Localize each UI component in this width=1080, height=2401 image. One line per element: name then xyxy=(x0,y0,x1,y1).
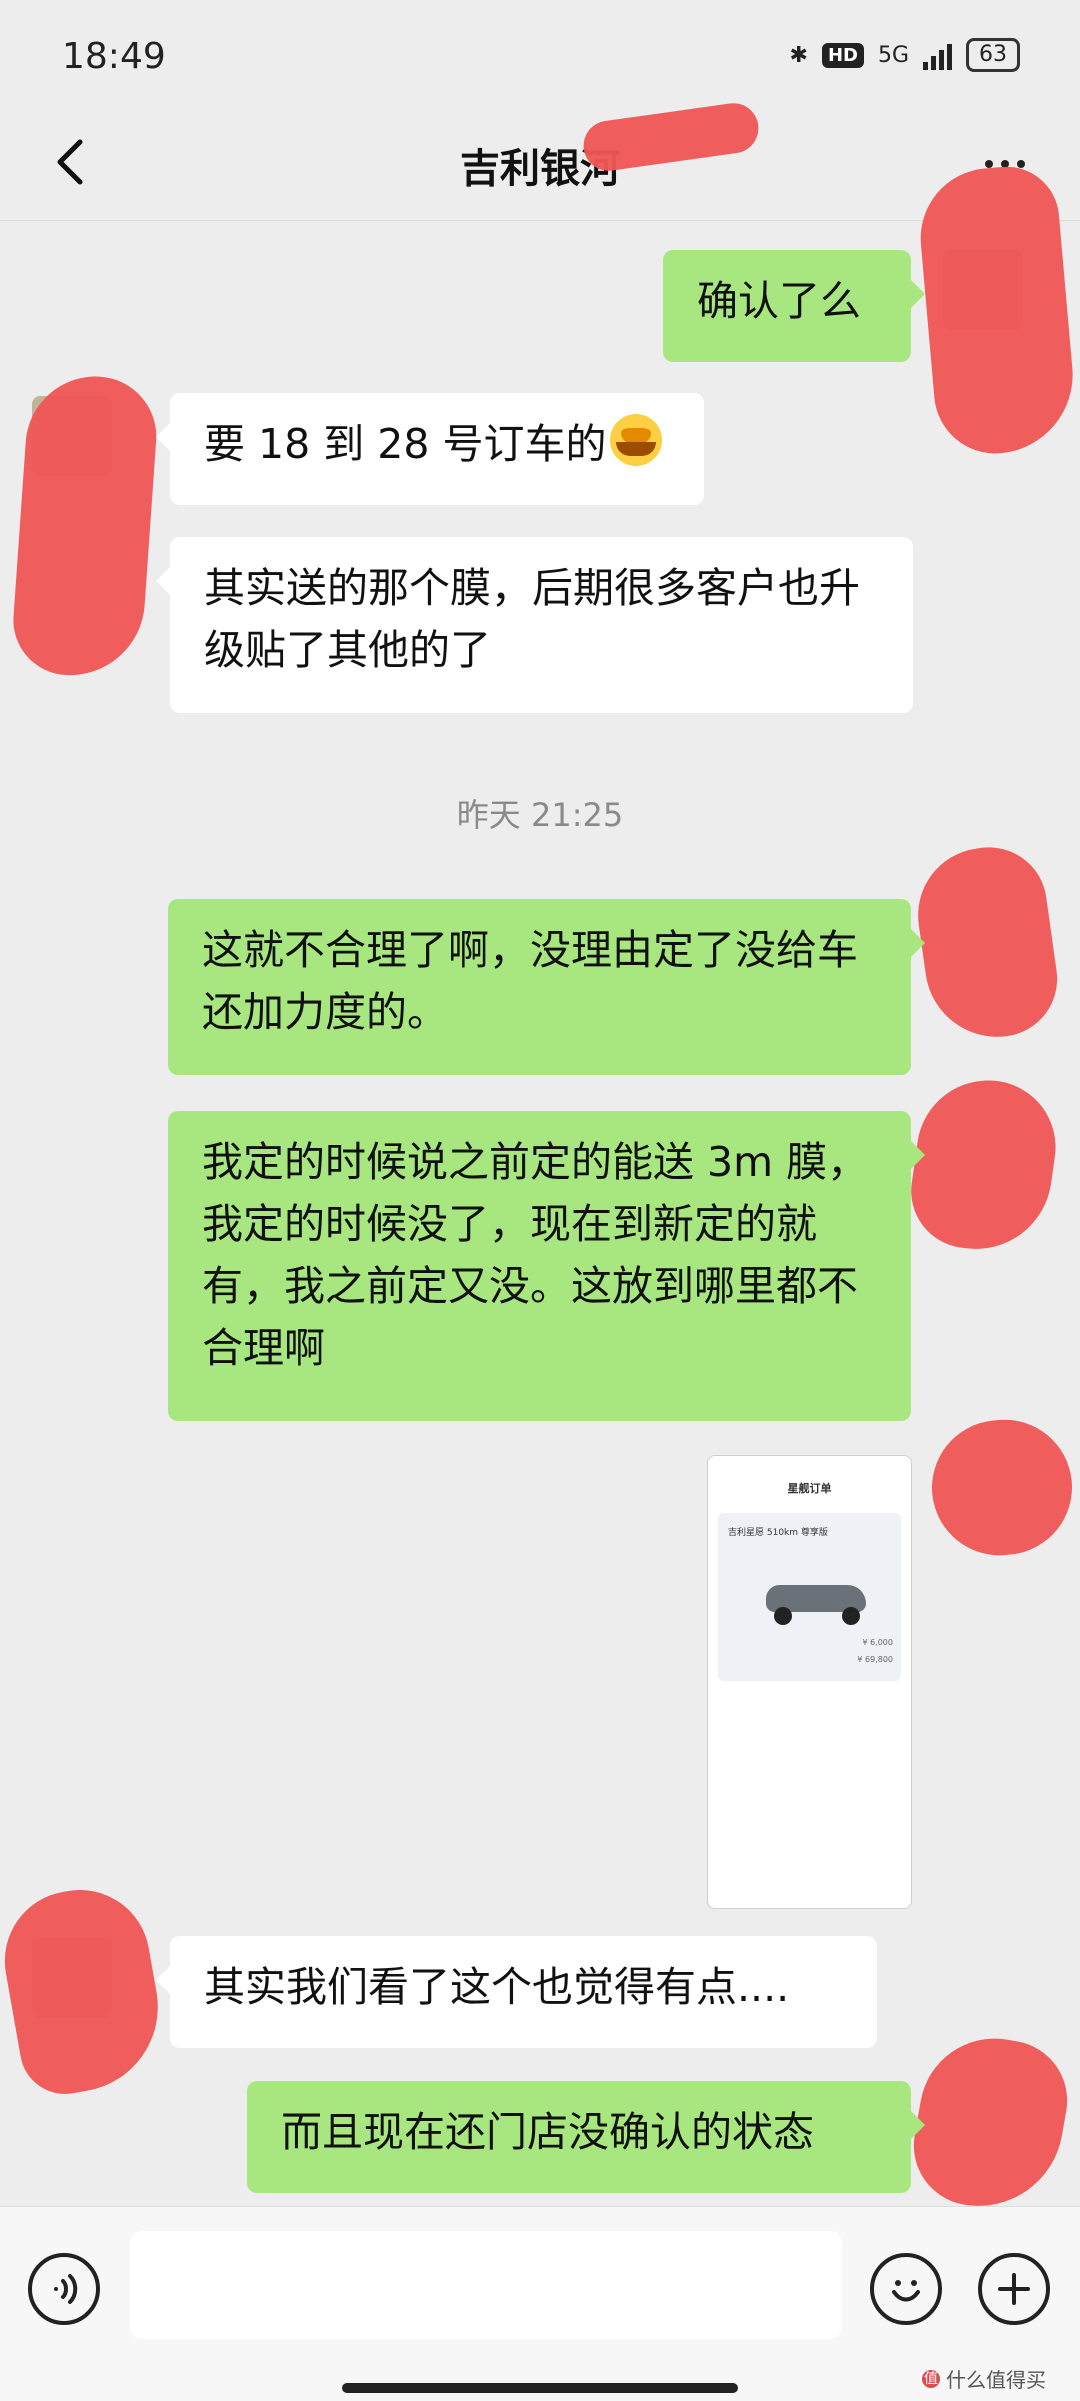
more-dot-icon xyxy=(1017,160,1025,168)
watermark-text: 什么值得买 xyxy=(946,2368,1046,2392)
message-text: 其实我们看了这个也觉得有点.... xyxy=(204,1963,790,2011)
message-bubble-incoming: 要 18 到 28 号订车的 xyxy=(156,393,704,505)
clock: 18:49 xyxy=(62,36,166,77)
car-image xyxy=(756,1573,876,1625)
redaction-scribble xyxy=(903,1071,1065,1259)
message-text: 确认了么 xyxy=(697,277,861,325)
crying-laughing-emoji-icon xyxy=(610,414,663,466)
thumbnail-price: ¥ 6,000 xyxy=(862,1638,893,1647)
watermark-logo-icon: 值 xyxy=(922,2369,940,2388)
message-text: 而且现在还门店没确认的状态 xyxy=(281,2108,814,2156)
redaction-scribble xyxy=(909,839,1065,1047)
redaction-scribble xyxy=(914,162,1080,459)
chat-header: 吉利银河 xyxy=(0,110,1080,221)
status-icons: ✱ HD 5G 63 xyxy=(789,38,1020,72)
signal-strength-icon xyxy=(923,40,952,70)
battery-icon: 63 xyxy=(966,38,1020,72)
chat-title: 吉利银河 xyxy=(460,146,620,192)
thumbnail-header: 星舰订单 xyxy=(708,1456,911,1510)
home-indicator xyxy=(342,2383,738,2393)
message-text: 其实送的那个膜，后期很多客户也升级贴了其他的了 xyxy=(204,564,860,674)
message-bubble-outgoing: 而且现在还门店没确认的状态 xyxy=(247,2081,925,2193)
watermark: 值 什么值得买 xyxy=(922,2364,1046,2393)
hd-badge: HD xyxy=(821,42,864,68)
message-bubble-incoming: 其实我们看了这个也觉得有点.... xyxy=(156,1936,877,2048)
redaction-scribble xyxy=(904,2026,1077,2220)
message-bubble-incoming: 其实送的那个膜，后期很多客户也升级贴了其他的了 xyxy=(156,537,913,713)
thumbnail-price: ¥ 69,800 xyxy=(857,1655,893,1664)
voice-button[interactable] xyxy=(28,2253,100,2325)
message-input-bar xyxy=(0,2206,1080,2401)
message-bubble-outgoing: 确认了么 xyxy=(663,250,925,362)
emoji-button[interactable] xyxy=(870,2253,942,2325)
smile-icon xyxy=(892,2280,920,2302)
message-timestamp: 昨天 21:25 xyxy=(456,796,624,834)
more-dot-icon xyxy=(985,160,993,168)
status-bar: 18:49 ✱ HD 5G 63 xyxy=(0,0,1080,110)
message-text: 要 18 到 28 号订车的 xyxy=(204,420,607,468)
thumbnail-title: 星舰订单 xyxy=(787,1482,832,1495)
image-message-thumbnail[interactable]: 星舰订单 吉利星愿 510km 尊享版 ¥ 6,000 ¥ 69,800 xyxy=(707,1455,912,1909)
message-input[interactable] xyxy=(130,2231,842,2339)
redaction-scribble xyxy=(0,1878,172,2102)
message-bubble-outgoing: 这就不合理了啊，没理由定了没给车还加力度的。 xyxy=(168,899,925,1075)
message-text: 这就不合理了啊，没理由定了没给车还加力度的。 xyxy=(202,926,858,1036)
message-bubble-outgoing: 我定的时候说之前定的能送 3m 膜，我定的时候没了，现在到新定的就有，我之前定又… xyxy=(168,1111,925,1421)
network-label: 5G xyxy=(877,42,909,68)
plus-icon xyxy=(998,2273,1030,2305)
voice-icon xyxy=(54,2274,78,2304)
bluetooth-icon: ✱ xyxy=(789,42,808,68)
message-text: 我定的时候说之前定的能送 3m 膜，我定的时候没了，现在到新定的就有，我之前定又… xyxy=(202,1138,869,1372)
redaction-scribble xyxy=(9,371,161,681)
thumbnail-price-row: ¥ 6,000 xyxy=(726,1638,893,1647)
thumbnail-price-row: ¥ 69,800 xyxy=(726,1655,893,1664)
redaction-scribble xyxy=(925,1413,1079,1562)
thumbnail-car-name: 吉利星愿 510km 尊享版 xyxy=(728,1528,828,1538)
add-button[interactable] xyxy=(978,2253,1050,2325)
